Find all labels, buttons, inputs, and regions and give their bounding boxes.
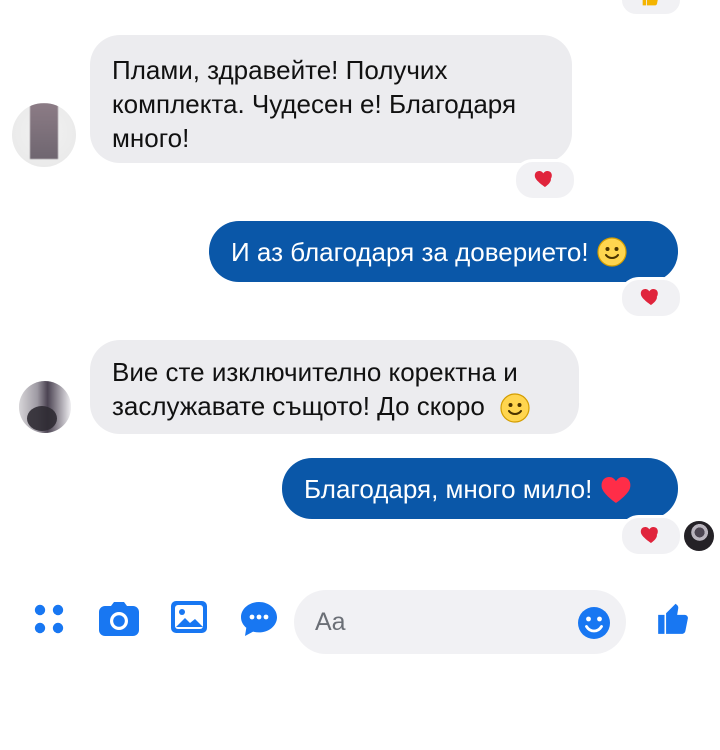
gallery-button[interactable] bbox=[168, 598, 210, 640]
message-text: Вие сте изключително коректна и заслужав… bbox=[112, 357, 518, 421]
apps-icon bbox=[31, 601, 67, 642]
message-bubble-incoming-1: Плами, здравейте! Получих комплекта. Чуд… bbox=[90, 35, 572, 163]
message-bubble-outgoing-1: И аз благодаря за доверието! bbox=[209, 221, 678, 282]
top-reaction-badge bbox=[620, 0, 682, 16]
heart-emoji-icon bbox=[600, 474, 631, 504]
message-bubble-incoming-2: Вие сте изключително коректна и заслужав… bbox=[90, 340, 579, 434]
like-button[interactable] bbox=[653, 599, 695, 641]
like-icon bbox=[655, 599, 693, 642]
gallery-icon bbox=[170, 600, 208, 639]
message-input-placeholder: Aa bbox=[315, 608, 346, 636]
message-reaction-2 bbox=[619, 277, 683, 319]
message-text: Плами, здравейте! Получих комплекта. Чуд… bbox=[112, 55, 517, 153]
seen-indicator-avatar bbox=[684, 521, 714, 551]
message-bubble-outgoing-2: Благодаря, много мило! bbox=[282, 458, 678, 519]
camera-icon bbox=[99, 601, 139, 641]
apps-button[interactable] bbox=[28, 600, 70, 642]
message-text: Благодаря, много мило! bbox=[304, 473, 593, 504]
heart-reaction-icon bbox=[639, 522, 663, 551]
message-reaction-3 bbox=[619, 515, 683, 557]
chat-bubble-icon bbox=[240, 601, 278, 642]
smile-emoji-icon bbox=[596, 236, 627, 267]
camera-button[interactable] bbox=[96, 600, 142, 642]
smile-emoji-icon bbox=[500, 393, 530, 423]
heart-reaction-icon bbox=[533, 166, 557, 195]
message-composer: Aa bbox=[0, 586, 720, 658]
like-reaction-icon bbox=[641, 0, 661, 12]
message-reaction-1 bbox=[513, 159, 577, 201]
message-text: И аз благодаря за доверието! bbox=[231, 236, 589, 267]
emoji-icon[interactable] bbox=[576, 605, 612, 641]
chat-screen: Плами, здравейте! Получих комплекта. Чуд… bbox=[0, 0, 720, 750]
sender-avatar-small bbox=[19, 381, 71, 433]
message-input[interactable]: Aa bbox=[294, 590, 626, 654]
chat-bubble-button[interactable] bbox=[238, 600, 280, 642]
heart-reaction-icon bbox=[639, 284, 663, 313]
sender-avatar bbox=[12, 103, 76, 167]
